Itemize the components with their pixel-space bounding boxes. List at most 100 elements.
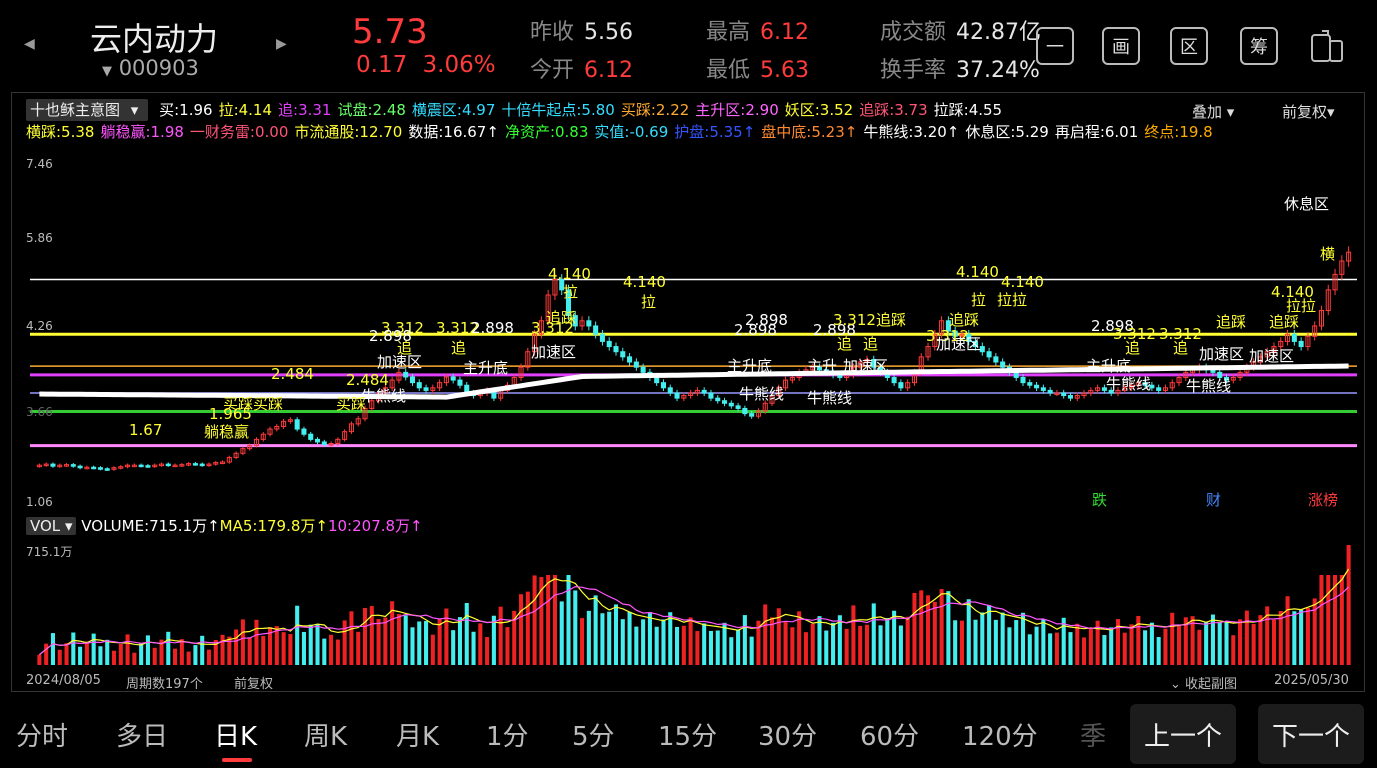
chart-annotation: 加速区	[377, 353, 422, 371]
volume-bar	[607, 611, 612, 665]
chart-annotation: 主升底	[1086, 357, 1131, 375]
rise-rank-tag[interactable]: 涨榜	[1308, 489, 1338, 510]
volume-bar	[457, 617, 463, 665]
candle-body	[728, 402, 734, 407]
volume-chart[interactable]	[12, 539, 1364, 669]
volume-bar	[613, 604, 619, 665]
volume-bar	[261, 635, 266, 665]
tab-daily-k[interactable]: 日K	[214, 716, 257, 753]
volume-bar	[959, 620, 964, 665]
tab-120min[interactable]: 120分	[962, 716, 1038, 753]
volume-bar	[715, 630, 720, 665]
indicator-item: 躺稳赢:1.98	[100, 123, 184, 141]
candlestick-chart[interactable]: 休息区横4.140 4.140拉拉追踩3.312 3.3122.898 3.3122.…	[12, 147, 1364, 509]
volume-bar	[518, 594, 524, 665]
candle-body	[620, 351, 626, 358]
candle-body	[599, 333, 605, 342]
next-stock-button[interactable]: 下一个	[1258, 704, 1364, 764]
volume-bar	[403, 615, 408, 665]
volume-bar	[1163, 628, 1168, 665]
volume-bar	[118, 644, 123, 665]
volume-bar	[410, 627, 415, 665]
volume-bar	[1292, 611, 1297, 665]
volume-bar	[993, 619, 998, 665]
indicator-item: 一财务雷:0.00	[189, 123, 289, 141]
tab-30min[interactable]: 30分	[758, 716, 817, 753]
tab-monthly-k[interactable]: 月K	[396, 716, 439, 753]
chart-annotation: 3.312追踩	[833, 311, 906, 329]
volume-bar	[668, 612, 673, 665]
prev-stock-button[interactable]: 上一个	[1130, 704, 1236, 764]
volume-bar	[356, 631, 361, 665]
line-tool-button[interactable]: 一	[1036, 27, 1074, 65]
chart-annotation: 横	[1320, 245, 1335, 263]
draw-tool-button[interactable]: 画	[1102, 27, 1140, 65]
indicator-item: 横震区:4.97	[411, 101, 496, 119]
volume-bar	[654, 626, 659, 665]
volume-bar	[254, 619, 259, 665]
prev-stock-arrow-icon[interactable]: ◀	[24, 36, 35, 52]
kline-chart-panel[interactable]: 十也稣主意图 ▾ 买:1.96 拉:4.14 追:3.31 试盘:2.48 横震区:4.…	[11, 92, 1365, 692]
volume-bar	[702, 623, 707, 665]
tab-1min[interactable]: 1分	[486, 716, 529, 753]
candle-body	[613, 346, 619, 353]
period-tab-bar: 分时 多日 日K 周K 月K 1分 5分 15分 30分 60分 120分 季 …	[0, 700, 1377, 768]
tab-15min[interactable]: 15分	[658, 716, 717, 753]
volume-bar	[790, 627, 795, 665]
range-tool-button[interactable]: 区	[1170, 27, 1208, 65]
tab-weekly-k[interactable]: 周K	[304, 716, 347, 753]
dropdown-triangle-icon: ▾	[64, 517, 73, 535]
volume-bar	[329, 634, 334, 665]
amount-stat: 成交额 42.87亿	[880, 20, 1041, 45]
volume-bar	[681, 625, 686, 665]
adjust-label: 前复权	[234, 677, 274, 692]
volume-bar	[552, 575, 557, 665]
volume-legend-item: VOLUME:715.1万↑	[81, 517, 220, 535]
overlay-dropdown[interactable]: 叠加 ▾	[1192, 101, 1234, 122]
landscape-toggle-icon[interactable]	[1308, 27, 1346, 65]
volume-bar	[91, 633, 96, 665]
chips-tool-button[interactable]: 筹	[1240, 27, 1278, 65]
volume-bar	[396, 614, 401, 665]
volume-bar	[763, 604, 768, 665]
indicator-selector[interactable]: 十也稣主意图 ▾	[26, 99, 149, 121]
candle-body	[403, 371, 409, 378]
stock-code: 000903	[118, 56, 199, 80]
finance-tag[interactable]: 财	[1206, 489, 1221, 510]
volume-bar	[1217, 622, 1222, 665]
tab-5min[interactable]: 5分	[572, 716, 615, 753]
next-stock-arrow-icon[interactable]: ▶	[276, 36, 287, 52]
collapse-subchart-button[interactable]: ⌄ 收起副图	[1170, 673, 1237, 692]
chart-annotation: 买踩	[336, 395, 366, 413]
volume-bar	[695, 631, 700, 665]
candle-body	[314, 438, 321, 443]
indicator-item: 买踩:2.22	[620, 101, 690, 119]
volume-bar	[1149, 622, 1154, 665]
volume-bar	[1027, 634, 1032, 665]
volume-bar	[505, 627, 510, 665]
volume-indicator-selector[interactable]: VOL ▾	[26, 517, 77, 535]
volume-bar	[810, 623, 815, 665]
chart-annotation: 拉拉	[997, 291, 1027, 309]
volume-bar	[939, 589, 944, 665]
volume-bar	[1285, 596, 1290, 665]
candle-body	[715, 397, 721, 402]
volume-bar	[980, 612, 985, 665]
candle-body	[423, 387, 429, 391]
stock-code-selector[interactable]: ▼ 000903	[102, 56, 199, 80]
candle-body	[145, 465, 151, 468]
tab-multi-day[interactable]: 多日	[116, 716, 168, 753]
volume-bar	[1109, 627, 1114, 665]
volume-legend-item: 10:207.8万↑	[327, 517, 423, 535]
chart-annotation: 4.140	[623, 273, 666, 291]
tab-quarter[interactable]: 季	[1080, 716, 1106, 753]
tab-60min[interactable]: 60分	[860, 716, 919, 753]
open-stat: 今开 6.12	[530, 58, 633, 83]
volume-bar	[627, 611, 632, 665]
low-stat: 最低 5.63	[706, 58, 809, 83]
chart-annotation: 牛熊线	[807, 389, 852, 407]
fall-tag[interactable]: 跌	[1092, 489, 1107, 510]
adjust-dropdown[interactable]: 前复权▾	[1282, 101, 1335, 122]
candle-body	[898, 382, 904, 389]
tab-intraday[interactable]: 分时	[16, 716, 68, 753]
